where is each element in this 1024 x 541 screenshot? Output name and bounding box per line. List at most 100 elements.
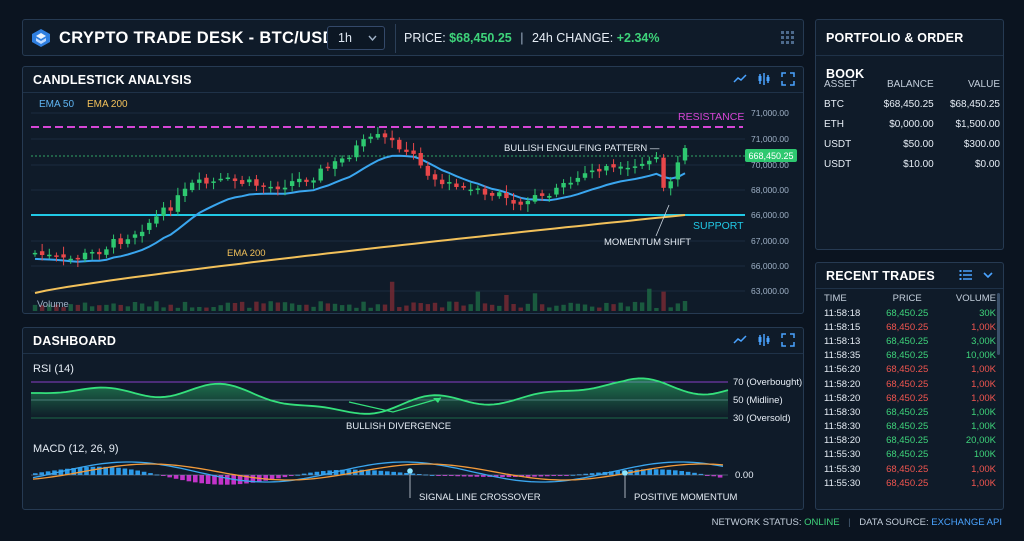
candle-body[interactable] [282,187,288,190]
candle-body[interactable] [582,173,588,178]
candle-body[interactable] [239,180,245,184]
candle-body[interactable] [189,182,195,191]
trade-row[interactable]: 11:55:30 68,450.25 1,00K [824,462,996,476]
candle-body[interactable] [532,195,538,202]
candle-body[interactable] [632,166,638,168]
candle-body[interactable] [404,149,409,152]
scrollbar[interactable] [997,293,1000,355]
line-chart-icon[interactable] [733,333,747,347]
candle-body[interactable] [104,249,109,255]
candle-body[interactable] [504,193,509,199]
candle-body[interactable] [468,189,473,192]
candle-body[interactable] [668,181,673,189]
table-row[interactable]: BTC $68,450.25 $68,450.25 [824,94,1000,114]
candle-body[interactable] [254,179,259,186]
candle-body[interactable] [354,145,359,158]
candle-body[interactable] [597,168,602,172]
candle-body[interactable] [61,254,66,258]
candle-body[interactable] [204,177,209,184]
candle-body[interactable] [332,161,338,169]
candle-body[interactable] [397,139,402,150]
trade-row[interactable]: 11:55:30 68,450.25 100K [824,448,996,462]
table-row[interactable]: ETH $0,000.00 $1,500.00 [824,114,1000,134]
candle-body[interactable] [461,185,466,188]
candle-body[interactable] [304,179,309,182]
trade-row[interactable]: 11:58:13 68,450.25 3,00K [824,334,996,348]
candle-body[interactable] [125,239,131,244]
candle-body[interactable] [32,252,38,255]
candle-body[interactable] [311,180,316,183]
candle-body[interactable] [154,216,159,224]
candle-body[interactable] [447,182,452,184]
candle-body[interactable] [339,158,345,163]
candle-body[interactable] [211,181,216,183]
candle-body[interactable] [654,157,659,160]
candle-body[interactable] [525,200,531,205]
candle-body[interactable] [554,187,559,195]
candle-body[interactable] [118,238,123,245]
candle-body[interactable] [639,163,645,166]
trade-row[interactable]: 11:58:15 68,450.25 1,00K [824,320,996,334]
candle-body[interactable] [418,153,423,166]
candle-body[interactable] [618,166,623,169]
candle-body[interactable] [382,133,388,138]
candle-body[interactable] [75,257,81,260]
candle-body[interactable] [675,162,681,180]
candle-body[interactable] [347,157,352,160]
candle-body[interactable] [275,186,281,190]
table-row[interactable]: USDT $10.00 $0.00 [824,154,1000,174]
candle-body[interactable] [647,160,652,165]
candle-body[interactable] [218,178,223,181]
candle-body[interactable] [454,183,459,187]
candle-body[interactable] [425,165,431,176]
candle-body[interactable] [389,137,395,141]
candle-body[interactable] [661,157,666,188]
candle-body[interactable] [432,174,438,180]
candle-body[interactable] [232,178,238,181]
candle-body[interactable] [261,185,266,187]
list-icon[interactable] [959,268,973,282]
trade-row[interactable]: 11:55:30 68,450.25 1,00K [824,476,996,490]
candle-body[interactable] [168,207,173,211]
candle-body[interactable] [439,179,445,185]
trade-row[interactable]: 11:58:30 68,450.25 1,00K [824,420,996,434]
candle-body[interactable] [489,192,495,196]
candle-body[interactable] [561,182,566,188]
candle-body[interactable] [111,239,116,248]
candle-body[interactable] [132,234,138,238]
trade-row[interactable]: 11:58:35 68,450.25 10,00K [824,349,996,363]
candle-body[interactable] [175,195,181,212]
candles-icon[interactable] [757,333,771,347]
candle-body[interactable] [682,148,688,161]
candle-body[interactable] [68,258,73,261]
line-chart-icon[interactable] [733,72,747,86]
candle-body[interactable] [511,200,516,204]
candle-body[interactable] [497,192,502,197]
candle-body[interactable] [147,222,152,230]
table-row[interactable]: USDT $50.00 $300.00 [824,134,1000,154]
candle-body[interactable] [589,170,595,173]
candle-body[interactable] [182,188,188,197]
trade-row[interactable]: 11:56:20 68,450.25 1,00K [824,363,996,377]
candle-body[interactable] [547,195,552,198]
grid-menu-icon[interactable] [781,31,795,45]
candle-body[interactable] [604,166,609,171]
data-source-value[interactable]: EXCHANGE API [931,517,1002,528]
candle-body[interactable] [518,201,523,205]
candle-body[interactable] [247,179,252,183]
candle-body[interactable] [361,139,366,147]
candle-body[interactable] [411,150,416,154]
candlestick-chart[interactable]: 71,000.0071,000.0070,000.0068,000.0066,0… [23,93,805,315]
candle-body[interactable] [568,182,573,185]
candle-body[interactable] [139,231,145,237]
candle-body[interactable] [39,251,45,255]
trade-row[interactable]: 11:58:30 68,450.25 1,00K [824,405,996,419]
candle-body[interactable] [297,178,302,183]
candle-body[interactable] [375,134,381,138]
candles-icon[interactable] [757,72,771,86]
candle-body[interactable] [54,255,59,257]
trade-row[interactable]: 11:58:18 68,450.25 30K [824,306,996,320]
candle-body[interactable] [289,181,295,186]
candle-body[interactable] [368,136,373,139]
candle-body[interactable] [318,168,323,181]
